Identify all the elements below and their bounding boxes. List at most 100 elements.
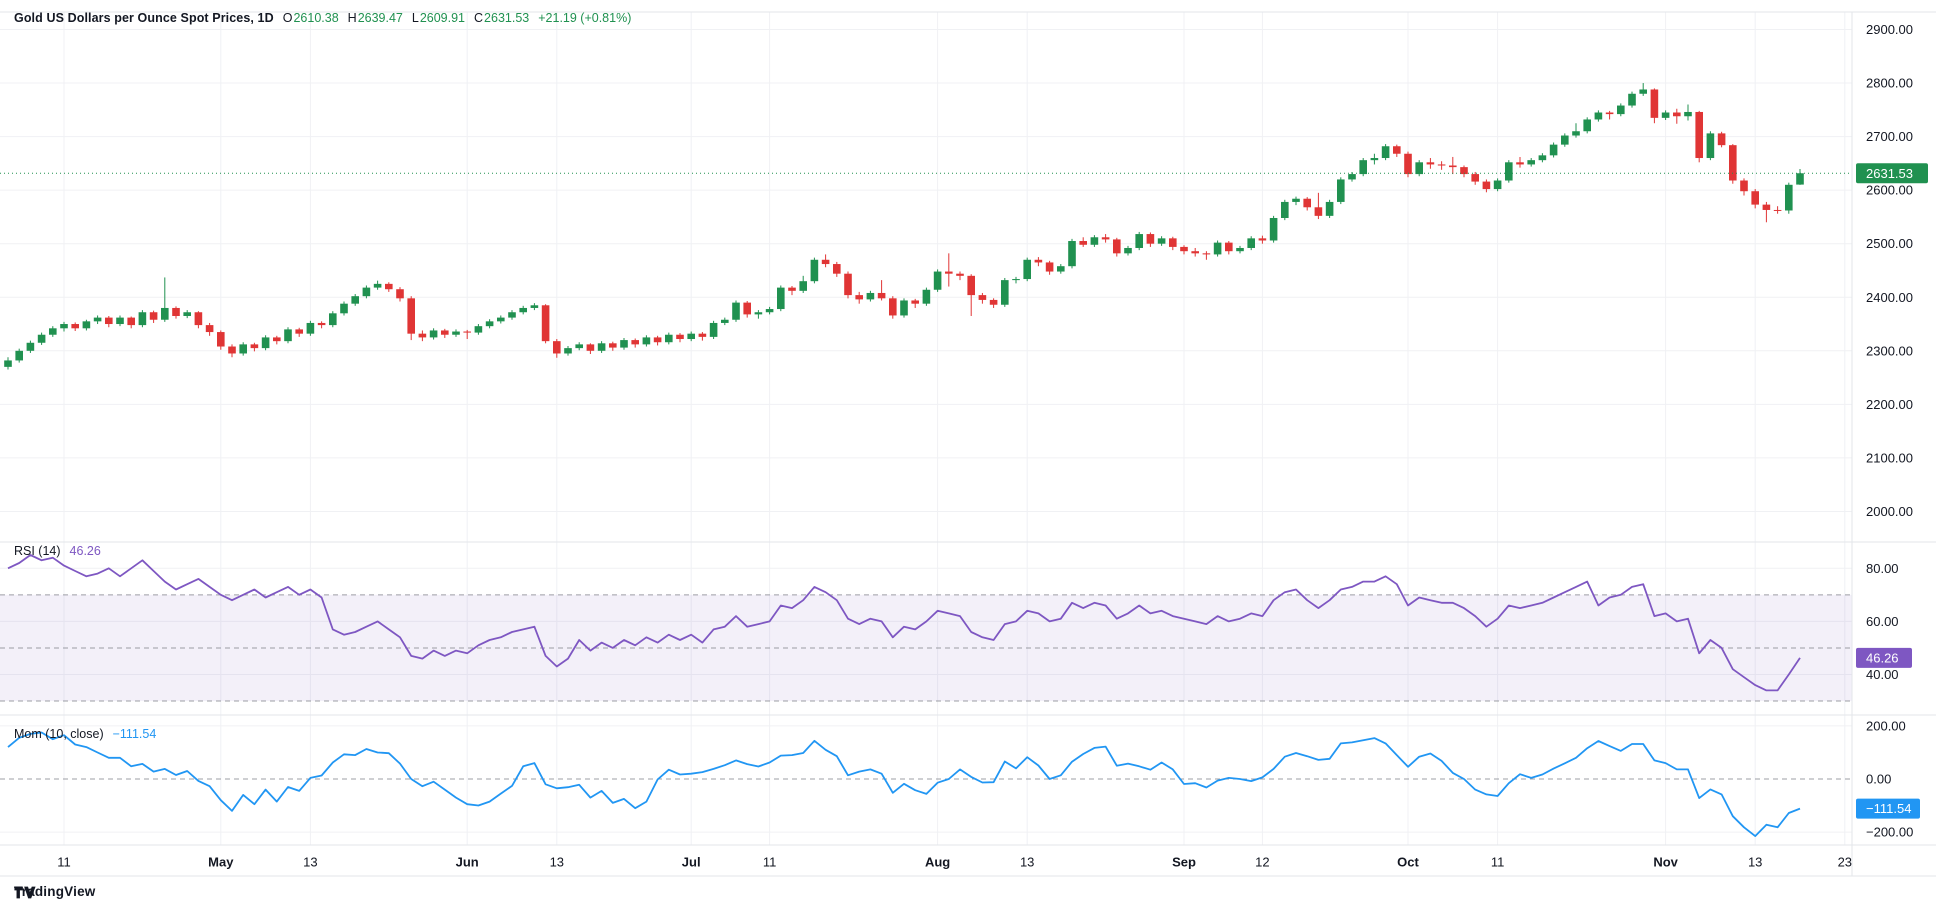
candle[interactable]: [161, 308, 169, 320]
candle[interactable]: [441, 330, 449, 334]
candle[interactable]: [519, 308, 527, 312]
candle[interactable]: [990, 300, 998, 305]
tradingview-attribution[interactable]: TradingView: [14, 884, 95, 899]
candle[interactable]: [1695, 112, 1703, 158]
candle[interactable]: [643, 337, 651, 344]
candle[interactable]: [1292, 199, 1300, 202]
candle[interactable]: [463, 332, 471, 333]
candle[interactable]: [1617, 106, 1625, 115]
candle[interactable]: [1516, 162, 1524, 164]
candle[interactable]: [889, 298, 897, 315]
candle[interactable]: [587, 344, 595, 350]
candle[interactable]: [1415, 162, 1423, 174]
candle[interactable]: [1606, 113, 1614, 115]
candle[interactable]: [419, 334, 427, 338]
candle[interactable]: [945, 272, 953, 274]
momentum-line[interactable]: [8, 733, 1800, 837]
candle[interactable]: [1079, 241, 1087, 245]
candle[interactable]: [575, 344, 583, 348]
candle[interactable]: [844, 274, 852, 295]
candle[interactable]: [71, 324, 79, 328]
candle[interactable]: [262, 337, 270, 348]
candle[interactable]: [486, 321, 494, 326]
candle[interactable]: [598, 343, 606, 350]
candle[interactable]: [1550, 145, 1558, 156]
price-axis[interactable]: 2900.002800.002700.002600.002500.002400.…: [1866, 22, 1913, 519]
candle[interactable]: [1561, 136, 1569, 145]
candle[interactable]: [1169, 238, 1177, 247]
candle[interactable]: [1102, 237, 1110, 239]
candle[interactable]: [83, 321, 91, 328]
candle[interactable]: [1135, 234, 1143, 248]
candle[interactable]: [116, 318, 124, 324]
candle[interactable]: [1247, 238, 1255, 248]
candle[interactable]: [1471, 174, 1479, 181]
candle[interactable]: [676, 335, 684, 339]
candle[interactable]: [329, 313, 337, 325]
candle[interactable]: [1628, 94, 1636, 106]
candle[interactable]: [1203, 253, 1211, 254]
candle[interactable]: [1673, 113, 1681, 117]
candle[interactable]: [251, 344, 259, 348]
candle[interactable]: [1729, 145, 1737, 180]
candlestick-series[interactable]: [4, 83, 1804, 369]
candle[interactable]: [139, 312, 147, 325]
candle[interactable]: [1763, 205, 1771, 210]
candle[interactable]: [1348, 174, 1356, 179]
candle[interactable]: [1259, 238, 1267, 240]
candle[interactable]: [1124, 248, 1132, 253]
candle[interactable]: [1382, 146, 1390, 158]
candle[interactable]: [564, 348, 572, 353]
candle[interactable]: [1505, 162, 1513, 180]
candle[interactable]: [1438, 164, 1446, 165]
candle[interactable]: [15, 351, 23, 361]
candle[interactable]: [1774, 210, 1782, 211]
candle[interactable]: [363, 288, 371, 297]
candle[interactable]: [150, 312, 158, 319]
candle[interactable]: [1539, 155, 1547, 160]
candle[interactable]: [1393, 146, 1401, 153]
candle[interactable]: [1091, 237, 1099, 244]
candle[interactable]: [295, 329, 303, 333]
candle[interactable]: [755, 312, 763, 314]
candle[interactable]: [1796, 173, 1804, 184]
candle[interactable]: [1684, 112, 1692, 116]
candle[interactable]: [766, 309, 774, 312]
candle[interactable]: [799, 281, 807, 291]
candle[interactable]: [923, 290, 931, 304]
candle[interactable]: [1180, 247, 1188, 251]
momentum-legend[interactable]: Mom (10, close) −111.54: [14, 727, 156, 741]
rsi-legend[interactable]: RSI (14) 46.26: [14, 544, 101, 558]
candle[interactable]: [900, 300, 908, 315]
candle[interactable]: [307, 323, 315, 334]
candle[interactable]: [27, 343, 35, 351]
candle[interactable]: [732, 303, 740, 320]
candle[interactable]: [1359, 160, 1367, 174]
time-axis[interactable]: 11May13Jun13Jul11Aug13Sep12Oct11Nov1323: [57, 855, 1852, 870]
candle[interactable]: [1158, 238, 1166, 243]
candle[interactable]: [206, 325, 214, 332]
candle[interactable]: [743, 303, 751, 315]
candle[interactable]: [822, 260, 830, 264]
candle[interactable]: [1113, 239, 1121, 253]
candle[interactable]: [396, 289, 404, 298]
candle[interactable]: [553, 341, 561, 353]
candle[interactable]: [318, 323, 326, 325]
candle[interactable]: [273, 337, 281, 341]
candle[interactable]: [777, 288, 785, 309]
candle[interactable]: [1326, 202, 1334, 216]
candle[interactable]: [1191, 251, 1199, 253]
candle[interactable]: [1001, 280, 1009, 305]
candle[interactable]: [1236, 248, 1244, 251]
candle[interactable]: [1147, 234, 1155, 244]
candle[interactable]: [1785, 185, 1793, 211]
candle[interactable]: [1057, 266, 1065, 271]
candle[interactable]: [687, 334, 695, 339]
candle[interactable]: [374, 284, 382, 288]
candle[interactable]: [228, 347, 236, 354]
candle[interactable]: [956, 274, 964, 276]
candle[interactable]: [878, 293, 886, 298]
candle[interactable]: [49, 328, 57, 334]
candle[interactable]: [1315, 207, 1323, 216]
candle[interactable]: [1583, 119, 1591, 131]
